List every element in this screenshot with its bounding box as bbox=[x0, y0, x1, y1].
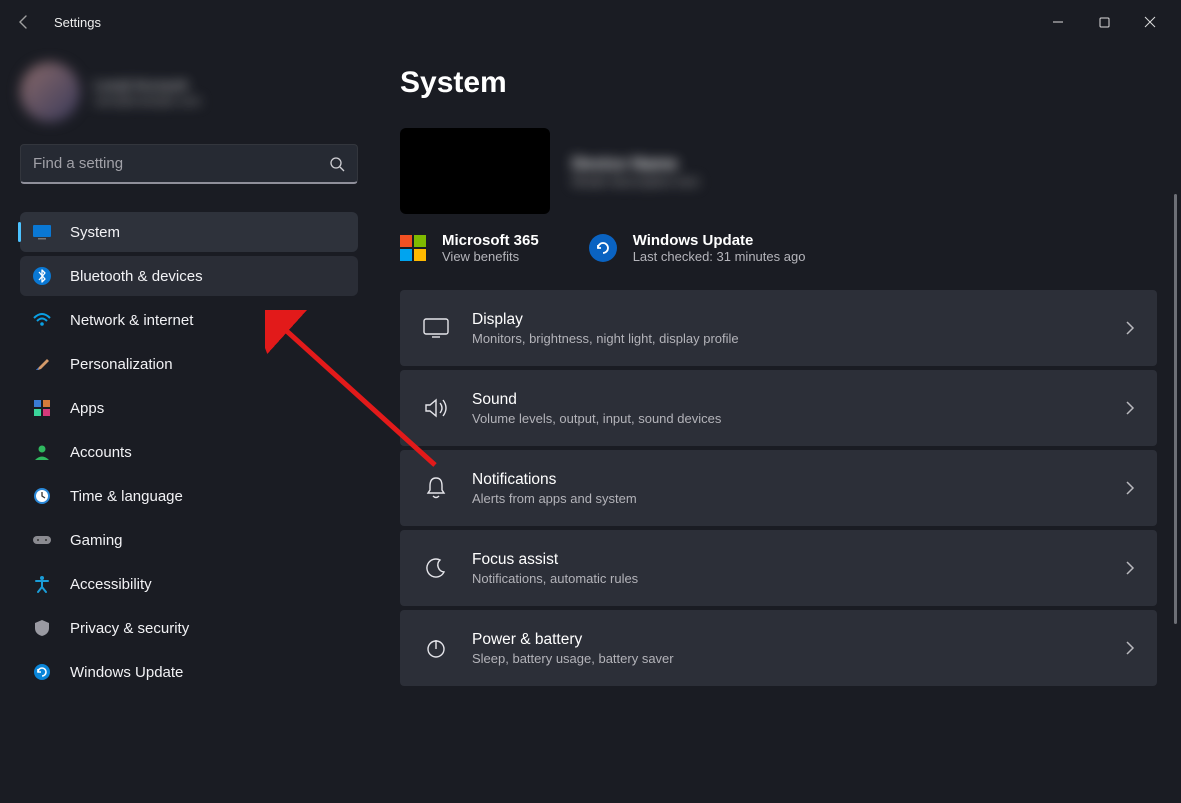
search-input[interactable] bbox=[33, 155, 329, 172]
windows-update-icon bbox=[589, 234, 617, 262]
card-sound[interactable]: Sound Volume levels, output, input, sound… bbox=[400, 370, 1157, 446]
chevron-right-icon bbox=[1125, 400, 1135, 416]
profile-block[interactable]: Local Account user@example.com bbox=[20, 62, 358, 122]
sidebar-item-accessibility[interactable]: Accessibility bbox=[20, 564, 358, 604]
card-power[interactable]: Power & battery Sleep, battery usage, bat… bbox=[400, 610, 1157, 686]
sidebar-item-label: Personalization bbox=[70, 356, 173, 373]
close-button[interactable] bbox=[1127, 7, 1173, 37]
sidebar-item-gaming[interactable]: Gaming bbox=[20, 520, 358, 560]
card-title: Display bbox=[472, 311, 739, 329]
card-desc: Volume levels, output, input, sound devi… bbox=[472, 411, 721, 426]
gaming-icon bbox=[32, 530, 52, 550]
sidebar-item-label: Apps bbox=[70, 400, 104, 417]
apps-icon bbox=[32, 398, 52, 418]
sidebar-item-accounts[interactable]: Accounts bbox=[20, 432, 358, 472]
paintbrush-icon bbox=[32, 354, 52, 374]
wifi-icon bbox=[32, 310, 52, 330]
sidebar-item-privacy[interactable]: Privacy & security bbox=[20, 608, 358, 648]
sidebar-item-label: Time & language bbox=[70, 488, 183, 505]
card-desc: Monitors, brightness, night light, displ… bbox=[472, 331, 739, 346]
card-display[interactable]: Display Monitors, brightness, night light… bbox=[400, 290, 1157, 366]
clock-icon bbox=[32, 486, 52, 506]
device-info: Device Name Model description text bbox=[572, 154, 698, 189]
card-title: Focus assist bbox=[472, 551, 638, 569]
display-icon bbox=[422, 314, 450, 342]
sidebar-item-label: Privacy & security bbox=[70, 620, 189, 637]
scrollbar[interactable] bbox=[1174, 194, 1177, 624]
update-icon bbox=[32, 662, 52, 682]
card-focus-assist[interactable]: Focus assist Notifications, automatic rul… bbox=[400, 530, 1157, 606]
moon-icon bbox=[422, 554, 450, 582]
card-notifications[interactable]: Notifications Alerts from apps and system bbox=[400, 450, 1157, 526]
card-desc: Notifications, automatic rules bbox=[472, 571, 638, 586]
accessibility-icon bbox=[32, 574, 52, 594]
chevron-right-icon bbox=[1125, 320, 1135, 336]
maximize-button[interactable] bbox=[1081, 7, 1127, 37]
microsoft365-link[interactable]: Microsoft 365 View benefits bbox=[400, 232, 539, 264]
chevron-right-icon bbox=[1125, 480, 1135, 496]
card-desc: Alerts from apps and system bbox=[472, 491, 637, 506]
sidebar-item-system[interactable]: System bbox=[20, 212, 358, 252]
page-title: System bbox=[400, 66, 1157, 100]
profile-name: Local Account bbox=[94, 77, 201, 94]
sidebar-item-label: Windows Update bbox=[70, 664, 183, 681]
bell-icon bbox=[422, 474, 450, 502]
sidebar: Local Account user@example.com System Bl… bbox=[0, 44, 370, 803]
main-panel: System Device Name Model description tex… bbox=[370, 44, 1181, 803]
sidebar-item-label: System bbox=[70, 224, 120, 241]
back-button[interactable] bbox=[8, 6, 40, 38]
titlebar: Settings bbox=[0, 0, 1181, 44]
sidebar-item-network[interactable]: Network & internet bbox=[20, 300, 358, 340]
window-title: Settings bbox=[54, 15, 101, 30]
wu-title: Windows Update bbox=[633, 232, 806, 249]
sidebar-item-label: Accounts bbox=[70, 444, 132, 461]
shield-icon bbox=[32, 618, 52, 638]
ms365-subtitle: View benefits bbox=[442, 249, 539, 264]
sidebar-item-personalization[interactable]: Personalization bbox=[20, 344, 358, 384]
sidebar-item-time[interactable]: Time & language bbox=[20, 476, 358, 516]
system-icon bbox=[32, 222, 52, 242]
avatar bbox=[20, 62, 80, 122]
sidebar-item-apps[interactable]: Apps bbox=[20, 388, 358, 428]
power-icon bbox=[422, 634, 450, 662]
windows-update-link[interactable]: Windows Update Last checked: 31 minutes … bbox=[589, 232, 806, 264]
card-title: Notifications bbox=[472, 471, 637, 489]
card-desc: Sleep, battery usage, battery saver bbox=[472, 651, 674, 666]
device-image bbox=[400, 128, 550, 214]
sidebar-item-label: Bluetooth & devices bbox=[70, 268, 203, 285]
search-icon bbox=[329, 156, 345, 172]
card-title: Sound bbox=[472, 391, 721, 409]
wu-subtitle: Last checked: 31 minutes ago bbox=[633, 249, 806, 264]
chevron-right-icon bbox=[1125, 640, 1135, 656]
profile-email: user@example.com bbox=[94, 94, 201, 108]
sidebar-item-label: Network & internet bbox=[70, 312, 193, 329]
sidebar-item-label: Gaming bbox=[70, 532, 123, 549]
sidebar-item-windows-update[interactable]: Windows Update bbox=[20, 652, 358, 692]
chevron-right-icon bbox=[1125, 560, 1135, 576]
sidebar-item-label: Accessibility bbox=[70, 576, 152, 593]
search-box[interactable] bbox=[20, 144, 358, 184]
person-icon bbox=[32, 442, 52, 462]
bluetooth-icon bbox=[32, 266, 52, 286]
card-title: Power & battery bbox=[472, 631, 674, 649]
minimize-button[interactable] bbox=[1035, 7, 1081, 37]
sidebar-item-bluetooth[interactable]: Bluetooth & devices bbox=[20, 256, 358, 296]
sound-icon bbox=[422, 394, 450, 422]
microsoft-logo-icon bbox=[400, 235, 426, 261]
ms365-title: Microsoft 365 bbox=[442, 232, 539, 249]
